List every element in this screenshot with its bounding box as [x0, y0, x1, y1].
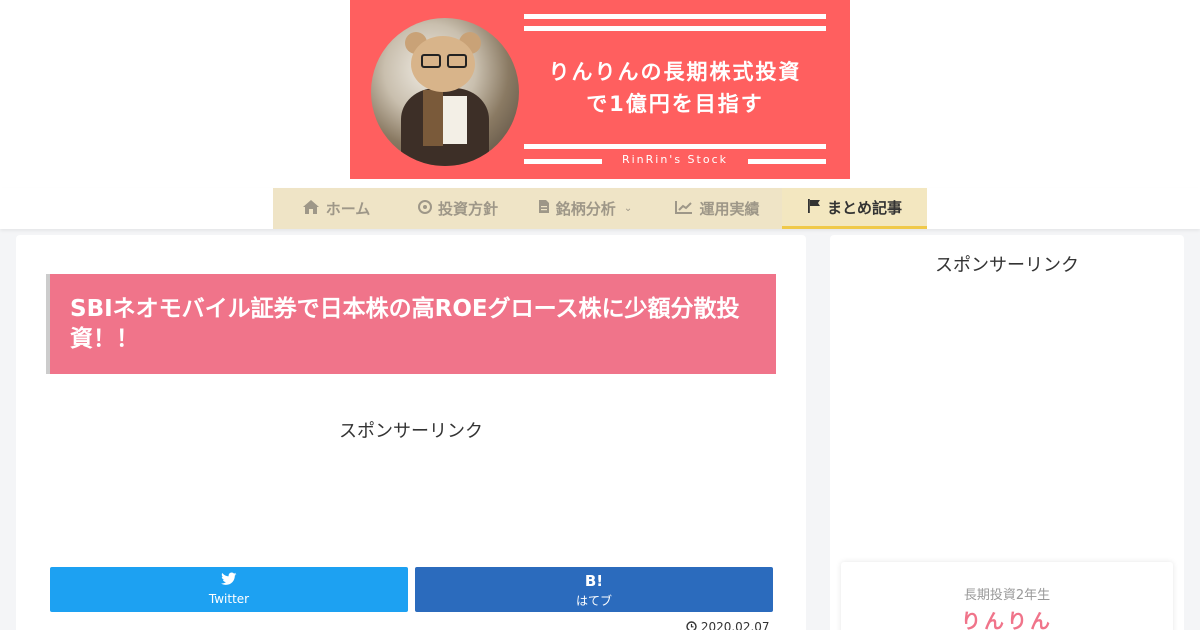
- author-name: りんりん: [961, 609, 1053, 630]
- banner-line: [524, 144, 826, 149]
- twitter-icon: [50, 572, 408, 590]
- hatena-share-label: はてブ: [575, 594, 612, 608]
- nav-item-label: 投資方針: [437, 200, 498, 218]
- clock-icon: [686, 620, 701, 630]
- article-title: SBIネオモバイル証券で日本株の高ROEグロース株に少額分散投資！！: [46, 274, 776, 374]
- nav-item-summary[interactable]: まとめ記事: [782, 188, 927, 229]
- nav-item-label: 運用実績: [699, 200, 760, 218]
- banner-line: [524, 26, 826, 31]
- banner-subtitle: RinRin's Stock: [621, 153, 729, 166]
- hatena-bookmark-icon: B!: [584, 572, 604, 590]
- nav-item-label: ホーム: [325, 200, 371, 218]
- banner-title: りんりんの長期株式投資 で1億円を目指す: [548, 60, 802, 116]
- twitter-share-label: Twitter: [208, 592, 250, 606]
- line-chart-icon: [675, 199, 693, 218]
- global-nav: ホーム 投資方針 銘柄分析 ⌄ 運用実績 まとめ記事: [0, 188, 1200, 229]
- sponsor-label: スポンサーリンク: [339, 421, 483, 442]
- nav-item-policy[interactable]: 投資方針: [399, 188, 517, 229]
- nav-item-label: 銘柄分析: [555, 200, 616, 218]
- author-tagline: 長期投資2年生: [963, 588, 1051, 603]
- sidebar-sponsor-label: スポンサーリンク: [935, 255, 1079, 276]
- circle-info-icon: [417, 199, 432, 218]
- flag-icon: [807, 198, 821, 217]
- chevron-down-icon: ⌄: [623, 203, 633, 214]
- home-icon: [302, 199, 320, 219]
- banner-line: [748, 159, 826, 164]
- hatena-share-button[interactable]: B! はてブ: [415, 567, 773, 612]
- banner-line: [524, 159, 602, 164]
- twitter-share-button[interactable]: Twitter: [50, 567, 408, 612]
- nav-menu: ホーム 投資方針 銘柄分析 ⌄ 運用実績 まとめ記事: [273, 188, 927, 229]
- nav-item-home[interactable]: ホーム: [273, 188, 399, 229]
- nav-item-label: まとめ記事: [826, 198, 902, 217]
- document-icon: [538, 199, 550, 218]
- nav-item-performance[interactable]: 運用実績: [653, 188, 782, 229]
- banner-line: [524, 14, 826, 19]
- teddy-bear-photo: [371, 18, 519, 166]
- nav-item-stock-analysis[interactable]: 銘柄分析 ⌄: [517, 188, 653, 229]
- post-date-text: 2020.02.07: [700, 620, 770, 630]
- post-date: 2020.02.07: [686, 620, 770, 630]
